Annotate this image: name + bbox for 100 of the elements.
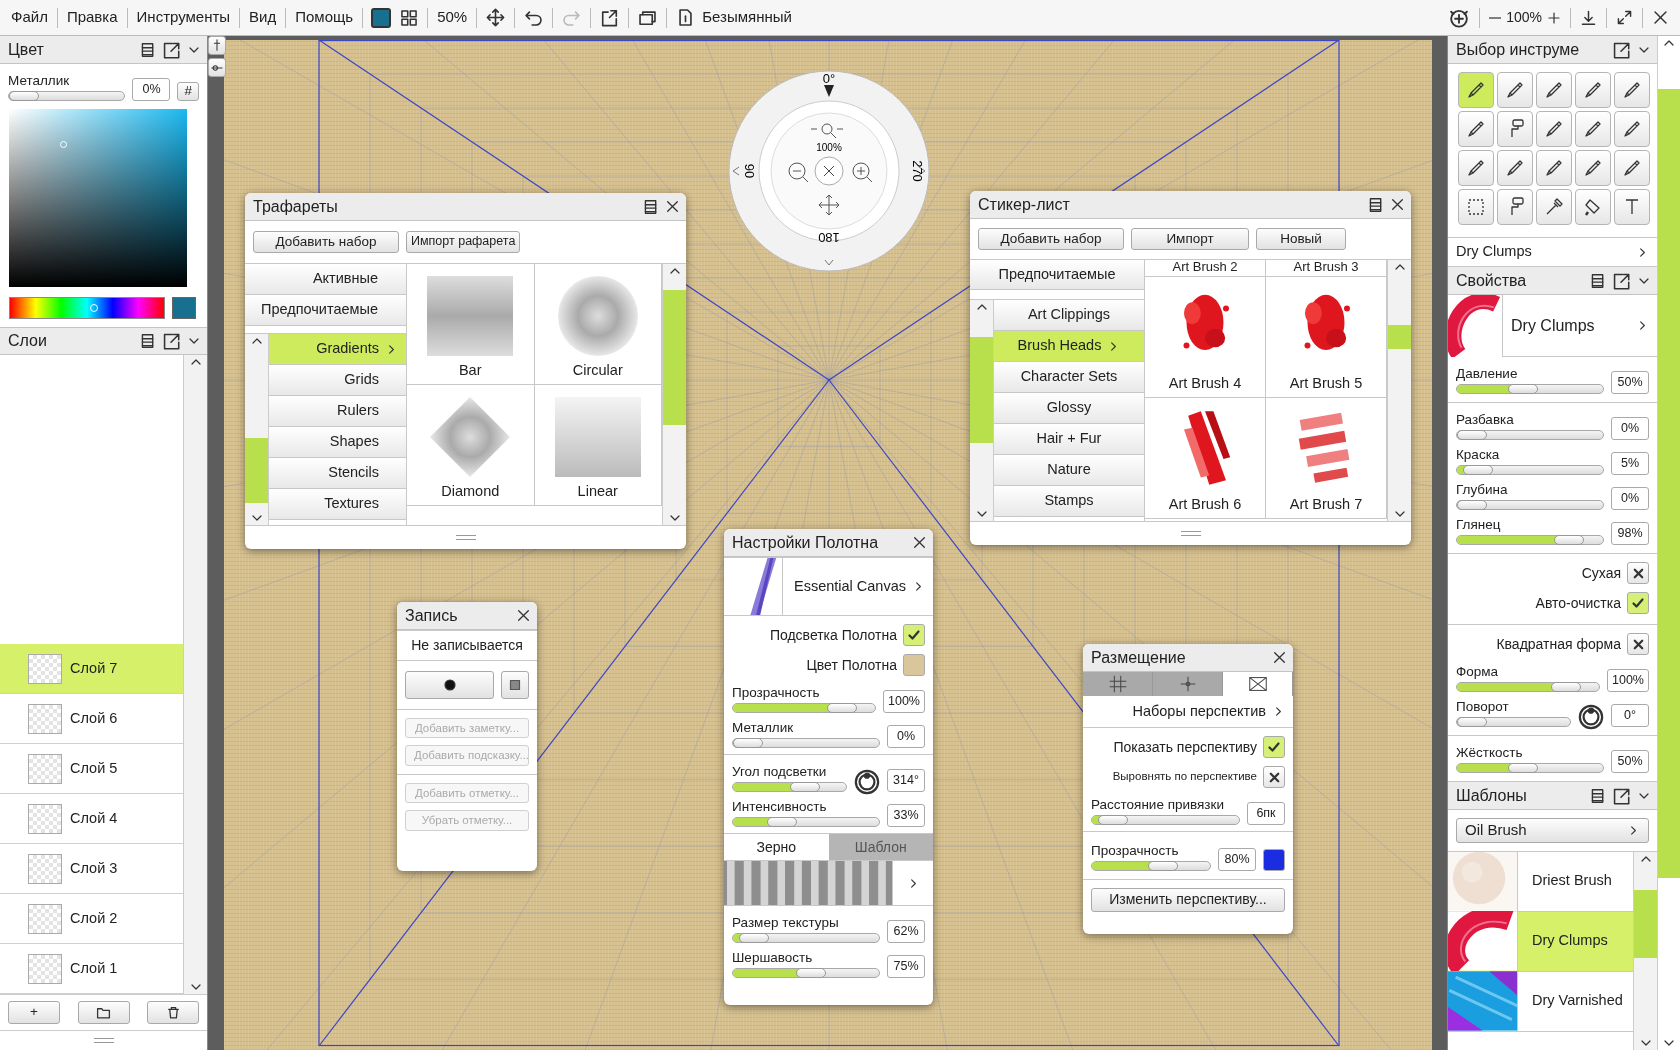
slider-thumb[interactable] xyxy=(789,782,820,792)
panel-menu-icon[interactable] xyxy=(642,198,658,215)
slider-thumb[interactable] xyxy=(738,933,769,943)
value-field[interactable]: 100% xyxy=(1607,669,1649,692)
close-icon[interactable] xyxy=(912,535,927,550)
slider-track[interactable] xyxy=(1456,682,1600,692)
slider-track[interactable] xyxy=(8,91,126,101)
stencil-tile[interactable]: Diamond xyxy=(407,385,535,506)
dial-icon[interactable] xyxy=(854,769,880,795)
slider-thumb[interactable] xyxy=(1553,535,1584,545)
panel-menu-icon[interactable] xyxy=(1589,787,1605,804)
value-field[interactable]: 75% xyxy=(887,955,925,978)
dial-icon[interactable] xyxy=(1578,704,1604,730)
value-field[interactable]: 33% xyxy=(887,804,925,827)
sticker-tile[interactable]: Art Brush 4 xyxy=(1145,277,1266,398)
stencil-set-button[interactable]: Импорт рафарета xyxy=(406,231,521,253)
menu-item[interactable]: Файл xyxy=(6,4,53,31)
value-field[interactable]: 62% xyxy=(887,920,925,943)
tool-button[interactable] xyxy=(1458,150,1494,186)
slider-thumb[interactable] xyxy=(767,817,798,827)
tool-button[interactable] xyxy=(1536,111,1572,147)
tool-button[interactable] xyxy=(1614,150,1650,186)
tool-button[interactable] xyxy=(1497,72,1533,108)
stop-button[interactable] xyxy=(501,671,529,699)
sticker-set-button[interactable]: Добавить набор xyxy=(978,227,1124,251)
color-swatch[interactable] xyxy=(903,654,925,676)
slider-thumb[interactable] xyxy=(1457,430,1487,440)
preset-item[interactable]: Dry Varnished xyxy=(1448,971,1633,1032)
slider-thumb[interactable] xyxy=(1457,717,1487,727)
value-field[interactable]: 80% xyxy=(1218,848,1256,871)
category-item[interactable]: Предпочитаемые xyxy=(245,295,406,326)
value-field[interactable]: 50% xyxy=(1611,371,1649,394)
slider-track[interactable] xyxy=(1456,717,1571,727)
value-field[interactable]: 6пк xyxy=(1247,802,1285,825)
checkbox[interactable] xyxy=(1627,592,1649,614)
category-item[interactable]: Активные xyxy=(245,264,406,295)
hex-button[interactable]: # xyxy=(177,82,199,101)
value-field[interactable]: 100% xyxy=(883,690,925,713)
slider-thumb[interactable] xyxy=(1457,500,1487,510)
slider-thumb[interactable] xyxy=(1097,815,1128,825)
perspective-sets-button[interactable]: Наборы перспектив xyxy=(1083,696,1293,728)
sticker-tile[interactable]: Art Brush 6 xyxy=(1145,398,1266,519)
zoom-icon[interactable] xyxy=(810,123,844,139)
checkbox[interactable] xyxy=(903,624,925,646)
tool-button[interactable] xyxy=(1614,72,1650,108)
checkbox[interactable] xyxy=(1627,633,1649,655)
slider-thumb[interactable] xyxy=(1550,682,1581,692)
slider-thumb[interactable] xyxy=(1462,465,1493,475)
tool-button[interactable] xyxy=(1614,189,1650,225)
checkbox[interactable] xyxy=(1263,736,1285,758)
slider-thumb[interactable] xyxy=(826,703,857,713)
preset-category-dropdown[interactable]: Oil Brush xyxy=(1456,818,1649,843)
close-icon[interactable] xyxy=(1390,197,1405,212)
stencil-tile[interactable]: Linear xyxy=(534,385,662,506)
add-layer-button[interactable]: + xyxy=(8,1001,60,1024)
value-field[interactable]: 98% xyxy=(1611,522,1649,545)
value-field[interactable]: 5% xyxy=(1611,452,1649,475)
tool-button[interactable] xyxy=(1458,111,1494,147)
tool-button[interactable] xyxy=(1575,150,1611,186)
category-item[interactable]: Brush Heads xyxy=(994,331,1144,362)
slider-track[interactable] xyxy=(1456,465,1604,475)
color-swatch[interactable] xyxy=(1263,849,1285,871)
pin-button[interactable] xyxy=(208,36,226,55)
menu-item[interactable]: Помощь xyxy=(290,4,359,31)
panel-menu-icon[interactable] xyxy=(1367,196,1383,213)
edit-perspective-button[interactable]: Изменить перспективу... xyxy=(1091,888,1285,912)
slider-thumb[interactable] xyxy=(795,968,826,978)
move-icon[interactable] xyxy=(818,194,840,216)
new-folder-button[interactable] xyxy=(77,1001,130,1024)
tool-button[interactable] xyxy=(1458,72,1494,108)
slider-thumb[interactable] xyxy=(1508,763,1539,773)
slider-track[interactable] xyxy=(732,782,847,792)
tool-button[interactable] xyxy=(1575,72,1611,108)
slider-track[interactable] xyxy=(1456,430,1604,440)
slider-track[interactable] xyxy=(1091,815,1240,825)
undock-icon[interactable] xyxy=(1612,271,1630,290)
color-field[interactable] xyxy=(9,109,187,287)
layer-row[interactable]: Слой 7 xyxy=(0,644,183,695)
tool-button[interactable] xyxy=(1536,189,1572,225)
category-item[interactable]: Предпочитаемые xyxy=(970,260,1144,290)
undock-icon[interactable] xyxy=(162,332,180,350)
stencil-set-button[interactable]: Добавить набор xyxy=(253,230,399,254)
slider-track[interactable] xyxy=(732,703,876,713)
sticker-set-button[interactable]: Импорт xyxy=(1131,227,1249,251)
tool-button[interactable] xyxy=(1536,150,1572,186)
tool-button[interactable] xyxy=(1575,189,1611,225)
category-item[interactable]: Gradients xyxy=(269,334,406,365)
menu-item[interactable]: Правка xyxy=(61,4,123,31)
guide-button[interactable] xyxy=(208,58,226,78)
slider-thumb[interactable] xyxy=(1508,384,1539,394)
tool-button[interactable] xyxy=(1497,150,1533,186)
slider-track[interactable] xyxy=(732,933,880,943)
document-button[interactable]: Безымянный xyxy=(671,4,797,31)
slider-thumb[interactable] xyxy=(9,91,39,101)
panel-menu-icon[interactable] xyxy=(139,41,155,58)
value-field[interactable]: 0% xyxy=(1611,417,1649,440)
preset-item[interactable]: Driest Brush xyxy=(1448,851,1633,912)
menu-item[interactable]: Вид xyxy=(244,4,282,31)
stencil-tile[interactable]: Bar xyxy=(407,264,535,385)
panel-menu-icon[interactable] xyxy=(139,333,155,349)
